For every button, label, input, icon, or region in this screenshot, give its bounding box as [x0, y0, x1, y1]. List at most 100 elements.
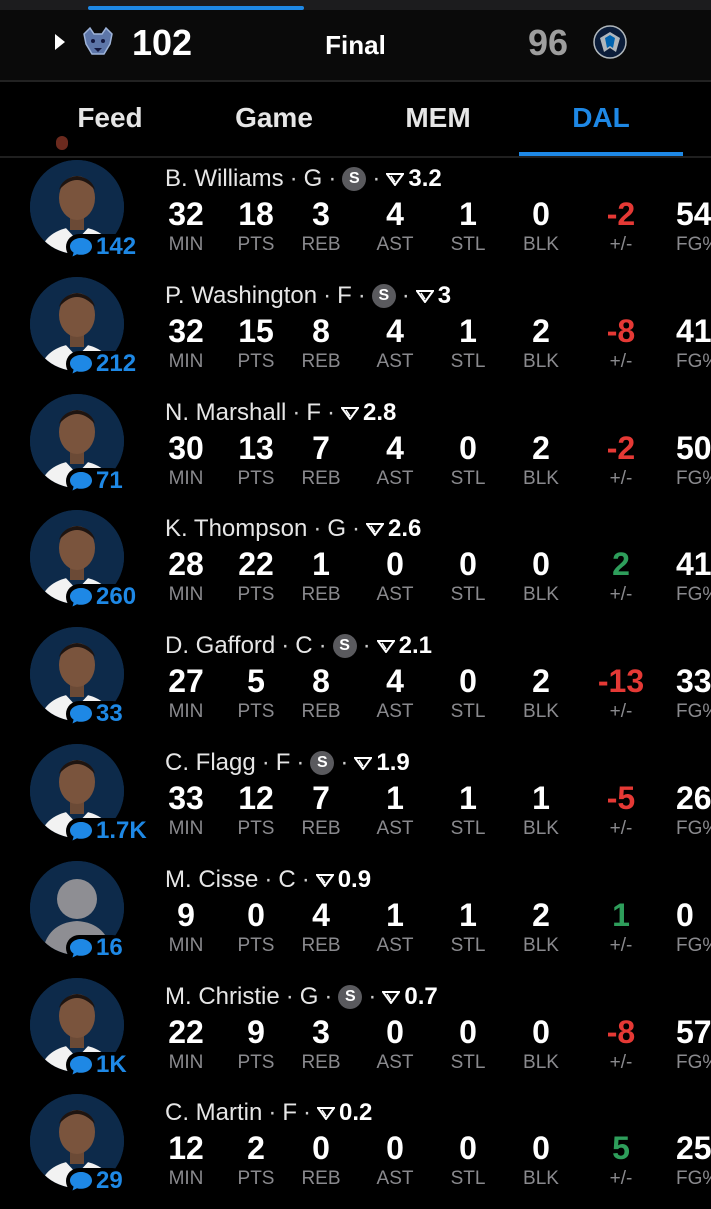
separator-dot: ·	[289, 165, 298, 192]
stat-stl: 1 STL	[432, 194, 504, 256]
stat-label: STL	[450, 350, 486, 372]
stat-stl: 1 STL	[432, 778, 504, 840]
comment-badge[interactable]: 1K	[66, 1051, 129, 1078]
stat-label: MIN	[168, 1051, 204, 1073]
score-header[interactable]: 102 Final 96	[0, 10, 711, 80]
stat-label: BLK	[523, 701, 559, 723]
player-name: B. Williams	[165, 165, 284, 192]
comment-badge[interactable]: 33	[66, 701, 125, 728]
player-row[interactable]: 1K M. Christie · G · S · 0.7 22 MIN 9 PTS 3 REB 0 AST 0 S…	[0, 976, 711, 1093]
player-position: G	[299, 982, 319, 1010]
stat-min: 27 MIN	[150, 661, 222, 723]
stat-label: REB	[301, 934, 341, 956]
stat-value: 22	[168, 1013, 204, 1050]
stat-min: 9 MIN	[150, 895, 222, 957]
separator-dot: ·	[368, 982, 377, 1010]
stat-pm: -8 +/-	[585, 311, 657, 373]
stat-value: -2	[606, 196, 636, 232]
comment-count: 71	[96, 466, 123, 494]
stat-label: FG%	[676, 584, 711, 606]
player-row[interactable]: 142 B. Williams · G · S · 3.2 32 MIN 18 PTS 3 REB 4 AST…	[0, 158, 711, 275]
stat-label: PTS	[237, 1051, 275, 1073]
stat-label: PTS	[237, 817, 275, 839]
player-rating: 0.2	[339, 1099, 373, 1127]
player-rating: 0.7	[404, 982, 438, 1010]
player-position: F	[337, 281, 352, 309]
stat-ast: 4 AST	[359, 661, 431, 723]
stat-label: FG%	[676, 1051, 711, 1073]
rating-icon	[341, 406, 360, 420]
stat-value: 33	[676, 663, 711, 700]
stat-value: 1	[459, 779, 477, 816]
comment-count: 212	[96, 349, 137, 377]
stat-label: STL	[450, 584, 486, 606]
player-row[interactable]: 1.7K C. Flagg · F · S · 1.9 33 MIN 12 PTS 7 REB 1 AST 1 S…	[0, 742, 711, 859]
comment-badge[interactable]: 260	[66, 584, 139, 611]
comment-badge[interactable]: 212	[66, 349, 139, 377]
stat-label: FG%	[676, 234, 711, 255]
player-row[interactable]: 33 D. Gafford · C · S · 2.1 27 MIN 5 PTS 8 REB 4 AST 0 ST…	[0, 625, 711, 742]
stat-value: 0	[386, 546, 404, 583]
stat-pm: 2 +/-	[585, 544, 657, 606]
stat-label: +/-	[609, 1168, 633, 1190]
stat-reb: 8 REB	[285, 311, 357, 373]
stat-value: 4	[386, 312, 404, 349]
player-name: M. Christie	[165, 982, 280, 1010]
tab-mem[interactable]: MEM	[356, 102, 520, 134]
stat-fg: 25FG%	[664, 1128, 711, 1190]
separator-dot: ·	[340, 748, 349, 776]
stat-value: 1	[312, 546, 330, 583]
player-name: C. Martin	[165, 1099, 263, 1127]
stat-label: +/-	[609, 234, 633, 255]
stat-pm: -8 +/-	[585, 1012, 657, 1074]
stat-label: +/-	[609, 817, 633, 839]
stat-label: REB	[301, 1051, 341, 1073]
comment-badge[interactable]: 16	[66, 934, 125, 961]
stat-value: -8	[606, 1013, 636, 1050]
stat-value: 33	[168, 779, 204, 816]
player-row[interactable]: 16 M. Cisse · C · 0.9 9 MIN 0 PTS 4 REB 1 AST 1 STL 2 BLK…	[0, 859, 711, 976]
stat-pts: 13 PTS	[220, 428, 292, 490]
stat-value: 0	[532, 1130, 550, 1167]
stat-blk: 0 BLK	[505, 194, 577, 256]
player-row[interactable]: 212 P. Washington · F · S · 3 32 MIN 15 PTS 8 REB 4 AST…	[0, 275, 711, 392]
stat-label: +/-	[609, 934, 633, 956]
stat-min: 22 MIN	[150, 1012, 222, 1074]
player-info: M. Cisse · C · 0.9	[165, 865, 371, 895]
player-row[interactable]: 29 C. Martin · F · 0.2 12 MIN 2 PTS 0 REB 0 AST 0 STL 0 B…	[0, 1092, 711, 1209]
stat-label: MIN	[168, 350, 204, 372]
player-info: C. Martin · F · 0.2	[165, 1098, 372, 1128]
tab-feed[interactable]: Feed	[28, 102, 192, 134]
away-score: 96	[528, 22, 569, 63]
comment-badge[interactable]: 71	[66, 466, 125, 494]
comment-badge[interactable]: 142	[66, 234, 139, 260]
stat-min: 32 MIN	[150, 311, 222, 373]
stat-value: 15	[238, 312, 274, 349]
player-row[interactable]: 260 K. Thompson · G · 2.6 28 MIN 22 PTS 1 REB 0 AST 0 S…	[0, 508, 711, 625]
comment-badge[interactable]: 29	[66, 1168, 125, 1195]
separator-dot: ·	[313, 515, 322, 543]
player-position: F	[306, 398, 322, 426]
stat-value: 0	[676, 896, 694, 933]
stat-value: 41	[676, 312, 711, 349]
player-position: G	[327, 515, 346, 543]
player-row[interactable]: 71 N. Marshall · F · 2.8 30 MIN 13 PTS 7 REB 4 AST 0 ST…	[0, 392, 711, 509]
comment-count: 1.7K	[96, 816, 147, 844]
tab-dal[interactable]: DAL	[519, 102, 683, 134]
comment-badge[interactable]: 1.7K	[66, 816, 149, 844]
tab-game[interactable]: Game	[192, 102, 356, 134]
stat-reb: 1 REB	[285, 544, 357, 606]
stat-value: 32	[168, 196, 204, 232]
stat-label: STL	[450, 1051, 486, 1073]
stat-stl: 0 STL	[432, 1128, 504, 1190]
player-position: G	[303, 165, 323, 192]
stat-label: BLK	[523, 350, 559, 372]
stat-fg: 41FG%	[664, 311, 711, 373]
stat-pm: 1 +/-	[585, 895, 657, 957]
stat-label: MIN	[168, 234, 204, 255]
stat-value: 2	[532, 896, 550, 933]
stat-value: 8	[312, 312, 330, 349]
stat-blk: 2 BLK	[505, 428, 577, 490]
stat-label: AST	[376, 234, 414, 255]
stat-label: REB	[301, 350, 341, 372]
